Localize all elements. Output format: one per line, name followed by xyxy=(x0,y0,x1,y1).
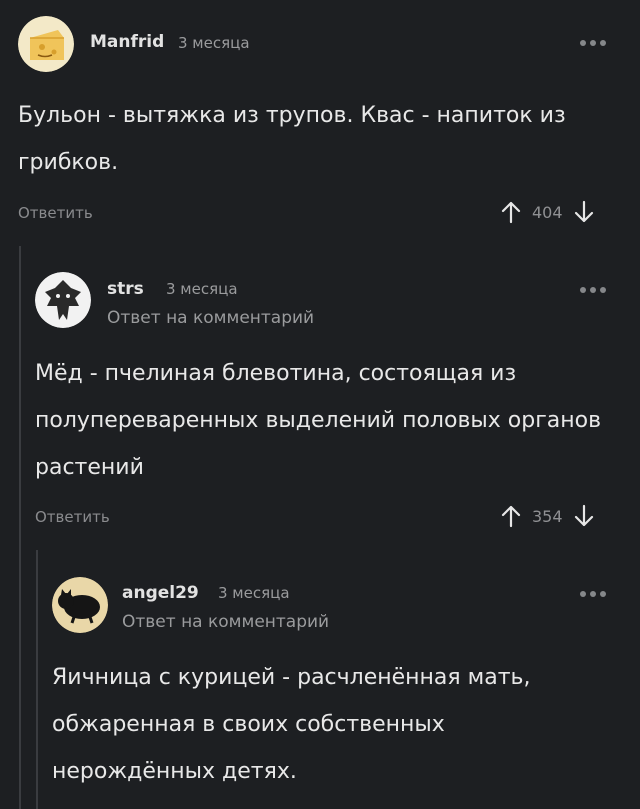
avatar[interactable] xyxy=(52,577,108,633)
dot xyxy=(590,591,596,597)
username[interactable]: angel29 xyxy=(122,583,199,603)
timestamp: 3 месяца xyxy=(218,584,290,602)
comment-text: Яичница с курицей - расчленённая мать, о… xyxy=(52,665,531,784)
dot xyxy=(580,591,586,597)
comment-3: angel29 3 месяца Ответ на комментарий Яи… xyxy=(0,0,640,809)
reply-to-link[interactable]: Ответ на комментарий xyxy=(122,612,329,632)
dot xyxy=(600,591,606,597)
more-options-button[interactable] xyxy=(580,591,606,597)
black-cat-avatar-icon xyxy=(52,577,108,633)
